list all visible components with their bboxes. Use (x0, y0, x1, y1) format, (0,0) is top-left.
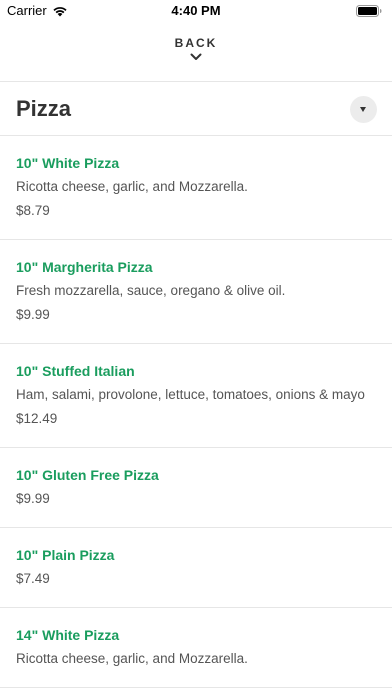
category-title: Pizza (16, 96, 72, 121)
category-dropdown-button[interactable] (350, 96, 377, 123)
caret-down-icon (360, 107, 366, 112)
battery-icon (356, 5, 382, 17)
menu-item[interactable]: 10" White Pizza Ricotta cheese, garlic, … (0, 136, 392, 240)
menu-item[interactable]: 10" Margherita Pizza Fresh mozzarella, s… (0, 240, 392, 344)
item-price: $7.49 (16, 571, 50, 586)
item-description: Fresh mozzarella, sauce, oregano & olive… (16, 283, 286, 298)
item-name: 10" Plain Pizza (16, 547, 115, 563)
item-description: Ham, salami, provolone, lettuce, tomatoe… (16, 387, 365, 402)
menu-item[interactable]: 14" White Pizza Ricotta cheese, garlic, … (0, 608, 392, 688)
back-header: BACK (0, 22, 392, 82)
item-description: Ricotta cheese, garlic, and Mozzarella. (16, 179, 248, 194)
item-name: 14" White Pizza (16, 627, 120, 643)
item-name: 10" White Pizza (16, 155, 120, 171)
menu-item[interactable]: 10" Gluten Free Pizza $9.99 (0, 448, 392, 528)
menu-list: 10" White Pizza Ricotta cheese, garlic, … (0, 136, 392, 688)
status-time: 4:40 PM (171, 3, 221, 18)
item-price: $12.49 (16, 411, 58, 426)
chevron-down-icon (190, 53, 202, 60)
status-bar: Carrier 4:40 PM (0, 0, 392, 22)
item-description: Ricotta cheese, garlic, and Mozzarella. (16, 651, 248, 666)
item-price: $9.99 (16, 307, 50, 322)
item-price: $9.99 (16, 491, 50, 506)
back-label: BACK (174, 36, 218, 50)
item-name: 10" Stuffed Italian (16, 363, 135, 379)
item-name: 10" Gluten Free Pizza (16, 467, 159, 483)
menu-item[interactable]: 10" Stuffed Italian Ham, salami, provolo… (0, 344, 392, 448)
item-price: $8.79 (16, 203, 50, 218)
item-name: 10" Margherita Pizza (16, 259, 153, 275)
category-header: Pizza (0, 82, 392, 136)
menu-item[interactable]: 10" Plain Pizza $7.49 (0, 528, 392, 608)
back-button[interactable]: BACK (156, 36, 236, 74)
